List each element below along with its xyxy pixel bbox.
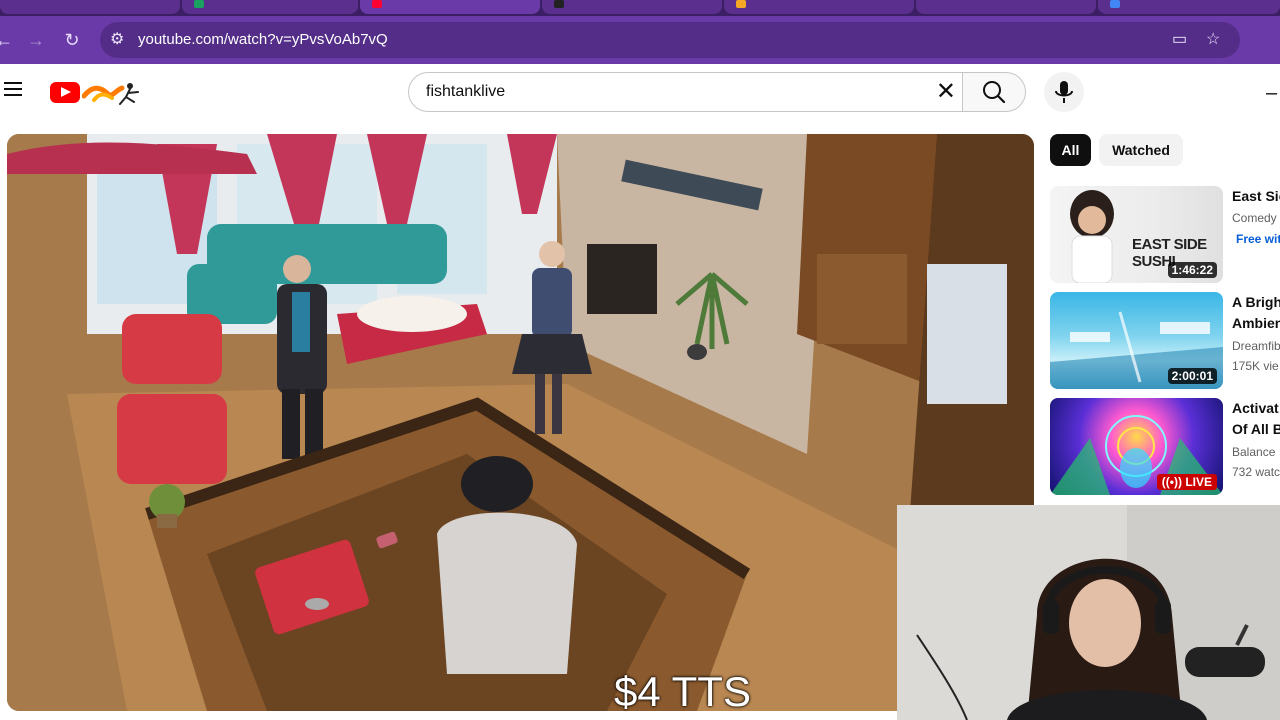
live-broadcast-icon: ((•)) <box>1161 475 1186 489</box>
browser-toolbar: ← → ↻ ⚙ youtube.com/watch?v=yPvsVoAb7vQ … <box>0 16 1280 64</box>
video-title-line2[interactable]: Ambien <box>1232 315 1280 331</box>
view-count: 175K vie <box>1232 359 1279 373</box>
chip-all[interactable]: All <box>1050 134 1091 166</box>
watching-count: 732 watc <box>1232 465 1280 479</box>
tts-donation-text: $4 TTS <box>614 668 751 715</box>
browser-tab[interactable] <box>182 0 358 14</box>
favicon-icon <box>554 0 564 8</box>
bookmark-star-icon[interactable]: ☆ <box>1206 22 1220 58</box>
video-player[interactable] <box>7 134 1034 711</box>
video-title[interactable]: Activat <box>1232 400 1279 416</box>
duration-badge: 1:46:22 <box>1167 262 1217 278</box>
browser-tab-strip <box>0 0 1280 16</box>
browser-tab[interactable] <box>916 0 1096 14</box>
url-text: youtube.com/watch?v=yPvsVoAb7vQ <box>138 31 388 48</box>
chip-watched[interactable]: Watched <box>1099 134 1183 166</box>
search-button[interactable] <box>962 72 1026 112</box>
video-frame <box>7 134 1034 711</box>
microphone-icon <box>1055 81 1073 103</box>
youtube-doodle-icon <box>82 83 139 105</box>
voice-search-button[interactable] <box>1044 72 1084 112</box>
browser-tab[interactable] <box>1098 0 1280 14</box>
channel-name[interactable]: Dreamfib <box>1232 339 1280 353</box>
youtube-header: fishtanklive ✕ – <box>0 64 1280 122</box>
favicon-icon <box>736 0 746 8</box>
youtube-logo-icon[interactable] <box>50 82 80 103</box>
free-badge: Free wit <box>1236 232 1280 246</box>
install-app-icon[interactable]: ▭ <box>1172 22 1187 58</box>
recommendation-item[interactable]: EAST SIDE SUSHI 1:46:22 East Sic Comedy … <box>1050 186 1280 284</box>
search-icon <box>983 81 1006 104</box>
webcam-feed <box>897 505 1280 720</box>
favicon-icon <box>372 0 382 8</box>
reload-icon[interactable]: ↻ <box>58 26 86 54</box>
video-title[interactable]: East Sic <box>1232 188 1280 204</box>
address-bar[interactable]: ⚙ youtube.com/watch?v=yPvsVoAb7vQ ▭ ☆ <box>100 22 1240 58</box>
recommendation-item[interactable]: 2:00:01 A Brigh Ambien Dreamfib 175K vie <box>1050 292 1280 390</box>
search-query: fishtanklive <box>426 83 506 100</box>
webcam-overlay <box>897 505 1280 720</box>
create-icon[interactable]: – <box>1266 82 1277 105</box>
channel-name[interactable]: Comedy <box>1232 211 1277 225</box>
video-thumbnail[interactable]: 2:00:01 <box>1050 292 1223 389</box>
site-info-icon[interactable]: ⚙ <box>110 22 124 58</box>
search-input[interactable]: fishtanklive ✕ <box>408 72 962 112</box>
video-title[interactable]: A Brigh <box>1232 294 1280 310</box>
video-thumbnail[interactable]: ((•)) LIVE <box>1050 398 1223 495</box>
browser-tab-active[interactable] <box>360 0 540 14</box>
favicon-icon <box>194 0 204 8</box>
duration-badge: 2:00:01 <box>1167 368 1217 384</box>
video-thumbnail[interactable]: EAST SIDE SUSHI 1:46:22 <box>1050 186 1223 283</box>
clear-search-icon[interactable]: ✕ <box>936 73 956 111</box>
browser-tab[interactable] <box>542 0 722 14</box>
favicon-icon <box>1110 0 1120 8</box>
browser-tab[interactable] <box>724 0 914 14</box>
browser-tab[interactable] <box>0 0 180 14</box>
menu-icon[interactable] <box>4 82 22 96</box>
forward-arrow-icon[interactable]: → <box>22 26 50 54</box>
recommendation-item[interactable]: ((•)) LIVE Activat Of All B Balance 732 … <box>1050 398 1280 496</box>
back-arrow-icon[interactable]: ← <box>0 26 18 54</box>
video-title-line2[interactable]: Of All B <box>1232 421 1280 437</box>
live-badge: ((•)) LIVE <box>1156 474 1217 490</box>
channel-name[interactable]: Balance <box>1232 445 1275 459</box>
